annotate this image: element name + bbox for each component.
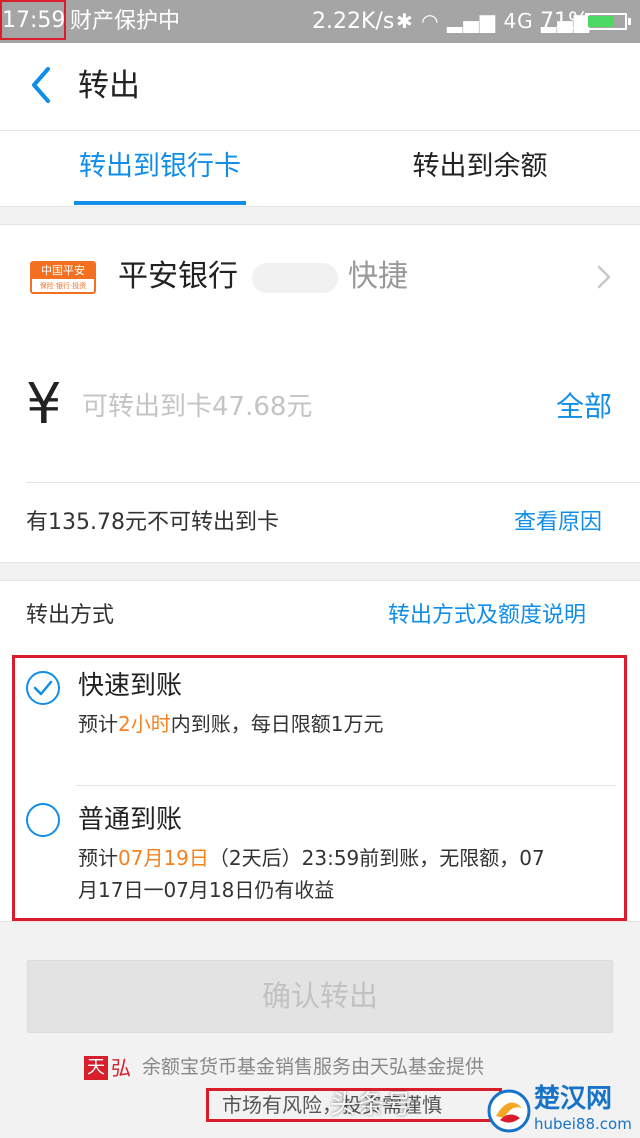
bank-logo-text: 中国平安 xyxy=(32,263,94,279)
method-info-link[interactable]: 转出方式及额度说明 xyxy=(388,581,586,651)
nav-header: 转出 xyxy=(0,43,640,131)
page-title: 转出 xyxy=(78,68,140,104)
site-url-watermark: hubei88.com xyxy=(534,1115,632,1133)
chevron-right-icon xyxy=(597,265,611,289)
bluetooth-icon: ✱ xyxy=(396,9,414,33)
network-speed: 2.22K/s xyxy=(312,9,395,34)
site-name-watermark: 楚汉网 xyxy=(534,1084,613,1114)
tianhong-logo-char: 弘 xyxy=(111,1056,131,1080)
unavailable-amount-text: 有135.78元不可转出到卡 xyxy=(26,510,279,535)
battery-icon xyxy=(585,13,631,30)
status-time: 17:59 xyxy=(0,0,66,40)
toutiao-watermark: 头条号 xyxy=(330,1090,415,1120)
annotation-highlight-box xyxy=(12,655,627,921)
tab-to-bank-card[interactable]: 转出到银行卡 xyxy=(0,131,320,206)
currency-symbol: ¥ xyxy=(26,372,62,437)
bank-logo-subtext: 保险·银行·投资 xyxy=(39,282,87,290)
fund-service-text: 余额宝货币基金销售服务由天弘基金提供 xyxy=(142,1056,485,1078)
network-type: 4G xyxy=(503,9,534,33)
masked-card-number xyxy=(252,263,338,293)
wifi-icon: ◠ xyxy=(421,9,440,33)
method-label: 转出方式 xyxy=(26,603,115,628)
bank-card-type: 快捷 xyxy=(348,259,408,294)
active-tab-indicator xyxy=(74,201,246,205)
ping-an-bank-logo: 中国平安 保险·银行·投资 xyxy=(30,261,96,294)
transfer-all-button[interactable]: 全部 xyxy=(556,382,612,432)
amount-section: ¥ 全部 有135.78元不可转出到卡 查看原因 xyxy=(0,330,640,563)
tab-to-balance[interactable]: 转出到余额 xyxy=(320,131,640,206)
status-bar: 17:59 财产保护中 2.22K/s ✱ ◠ ▂▄▆ 4G ▂▄▆ 71% xyxy=(0,0,640,43)
battery-percent: 71% xyxy=(540,9,589,34)
bank-card-selector[interactable]: 中国平安 保险·银行·投资 平安银行 快捷 xyxy=(0,224,640,331)
confirm-transfer-button[interactable]: 确认转出 xyxy=(27,960,613,1033)
tab-bar: 转出到银行卡 转出到余额 xyxy=(0,131,640,207)
view-reason-link[interactable]: 查看原因 xyxy=(514,483,602,563)
status-note: 财产保护中 xyxy=(70,9,181,34)
tianhong-logo-char: 天 xyxy=(84,1056,108,1080)
site-logo-icon xyxy=(487,1089,531,1133)
signal-icon: ▂▄▆ xyxy=(446,9,497,33)
bank-name: 平安银行 xyxy=(118,259,238,294)
amount-input[interactable] xyxy=(82,382,522,432)
chevron-left-icon[interactable] xyxy=(22,59,62,111)
